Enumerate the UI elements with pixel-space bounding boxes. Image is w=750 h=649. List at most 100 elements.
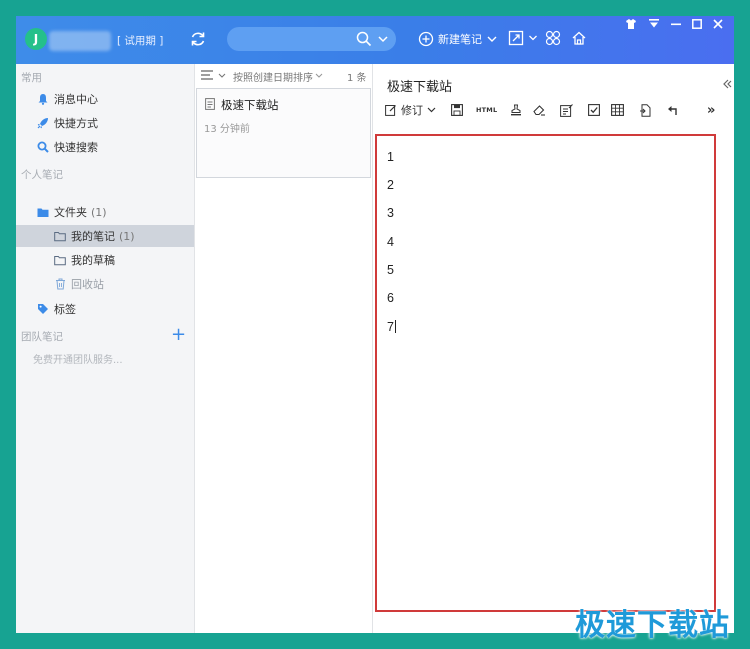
note-list: 按照创建日期排序 1 条 极速下载站 13 分钟前: [195, 64, 373, 633]
app-window: J [ 试用期 ] 新建笔记 常用 消息中心 快捷方式 快速搜索 个人笔记 文件…: [16, 16, 734, 633]
text-caret: [394, 320, 396, 333]
note-title: 极速下载站: [221, 98, 279, 112]
sidebar-item-my-drafts[interactable]: 我的草稿: [16, 249, 194, 271]
bell-icon: [36, 92, 50, 106]
section-common: 常用: [21, 72, 42, 84]
maximize-icon[interactable]: [692, 19, 702, 29]
content-line: 6: [387, 291, 394, 305]
avatar[interactable]: J: [25, 28, 47, 50]
sidebar-item-label: 我的草稿: [71, 254, 115, 267]
chevron-down-icon[interactable]: [528, 33, 538, 43]
sidebar-item-label: 我的笔记: [71, 230, 115, 243]
search-icon: [36, 140, 50, 154]
folder-outline-icon: [53, 229, 67, 243]
more-tools-button[interactable]: »: [707, 101, 715, 119]
tag-icon: [36, 302, 50, 316]
stamp-button[interactable]: [510, 101, 522, 119]
sidebar-item-recycle[interactable]: 回收站: [16, 273, 194, 295]
collapse-icon[interactable]: [722, 79, 732, 89]
html-label: HTML: [476, 106, 498, 114]
content-line: 2: [387, 178, 394, 192]
content-line: 5: [387, 263, 394, 277]
note-list-header: 按照创建日期排序 1 条: [195, 64, 372, 86]
outline-icon: [560, 103, 573, 117]
skin-icon[interactable]: [625, 18, 637, 30]
sidebar-item-label: 快捷方式: [54, 117, 98, 130]
folder-outline-icon: [53, 253, 67, 267]
content-line: 4: [387, 235, 394, 249]
document-title[interactable]: 极速下载站: [387, 76, 452, 95]
team-hint[interactable]: 免费开通团队服务...: [33, 351, 123, 366]
table-button[interactable]: [611, 101, 624, 119]
folder-icon: [36, 205, 50, 219]
title-bar: J [ 试用期 ] 新建笔记: [16, 16, 734, 64]
add-team-button[interactable]: +: [171, 326, 186, 344]
expand-icon[interactable]: [508, 30, 524, 46]
chevron-down-icon[interactable]: [486, 33, 498, 45]
grid-apps-icon[interactable]: [545, 30, 561, 46]
checkbox-button[interactable]: [588, 101, 600, 119]
html-button[interactable]: HTML: [476, 101, 497, 119]
editor-content[interactable]: 1 2 3 4 5 6 7: [375, 134, 716, 612]
content-line: 3: [387, 206, 394, 220]
list-item[interactable]: 极速下载站 13 分钟前: [196, 88, 371, 178]
eraser-button[interactable]: [532, 101, 546, 119]
eraser-icon: [533, 105, 545, 116]
username-redacted: [49, 31, 111, 51]
note-count: 1 条: [347, 73, 367, 84]
chevron-down-icon[interactable]: [315, 72, 323, 79]
trial-badge[interactable]: [ 试用期 ]: [117, 33, 163, 48]
content-line-last: 7: [387, 320, 396, 334]
new-note-button[interactable]: 新建笔记: [418, 29, 498, 49]
sidebar-item-folder[interactable]: 文件夹 (1): [16, 201, 194, 223]
revise-button[interactable]: 修订: [385, 101, 436, 119]
sidebar-item-messages[interactable]: 消息中心: [16, 88, 194, 110]
rocket-icon: [36, 116, 50, 130]
trash-icon: [53, 277, 67, 291]
chevron-down-icon[interactable]: [427, 106, 436, 114]
undo-button[interactable]: [666, 101, 678, 119]
sync-icon[interactable]: [188, 29, 208, 49]
close-icon[interactable]: [713, 19, 723, 29]
edit-icon: [385, 105, 396, 116]
undo-icon: [668, 106, 677, 115]
attachment-icon: [640, 103, 651, 117]
sidebar: 常用 消息中心 快捷方式 快速搜索 个人笔记 文件夹 (1) 我的笔记 (1) …: [16, 64, 195, 633]
sidebar-item-quick-search[interactable]: 快速搜索: [16, 136, 194, 158]
sidebar-item-label: 快速搜索: [54, 141, 98, 154]
folder-count: (1): [91, 205, 107, 219]
chevron-down-icon[interactable]: [377, 33, 389, 45]
content-line-text: 7: [387, 320, 394, 334]
sidebar-item-my-notes[interactable]: 我的笔记 (1): [16, 225, 194, 247]
sort-label[interactable]: 按照创建日期排序: [233, 69, 313, 84]
home-icon[interactable]: [571, 30, 587, 46]
checkbox-icon: [588, 104, 600, 116]
section-team: 团队笔记: [21, 331, 63, 343]
sidebar-item-label: 文件夹: [54, 206, 87, 219]
chevron-down-icon[interactable]: [218, 72, 226, 79]
stamp-icon: [511, 104, 521, 116]
outline-button[interactable]: [560, 101, 573, 119]
document-icon: [205, 98, 215, 110]
sidebar-item-label: 消息中心: [54, 93, 98, 106]
save-button[interactable]: [451, 101, 463, 119]
list-view-icon[interactable]: [201, 70, 215, 81]
search-input[interactable]: [227, 27, 396, 51]
sidebar-item-tags[interactable]: 标签: [16, 298, 194, 320]
sidebar-item-label: 回收站: [71, 278, 104, 291]
menu-icon[interactable]: [649, 19, 659, 29]
plus-circle-icon: [418, 31, 434, 47]
editor-pane: 极速下载站 修订 HTML » 1 2 3 4 5 6 7: [373, 64, 734, 633]
table-icon: [611, 104, 624, 116]
note-time: 13 分钟前: [204, 124, 250, 135]
search-icon[interactable]: [356, 31, 372, 47]
content-line: 1: [387, 150, 394, 164]
minimize-icon[interactable]: [671, 19, 681, 29]
save-icon: [451, 104, 463, 116]
sidebar-item-shortcuts[interactable]: 快捷方式: [16, 112, 194, 134]
section-personal: 个人笔记: [21, 169, 63, 181]
attachment-button[interactable]: [639, 101, 651, 119]
new-note-label: 新建笔记: [438, 33, 482, 46]
revise-label: 修订: [401, 104, 423, 117]
editor-toolbar: 修订 HTML »: [385, 101, 730, 121]
